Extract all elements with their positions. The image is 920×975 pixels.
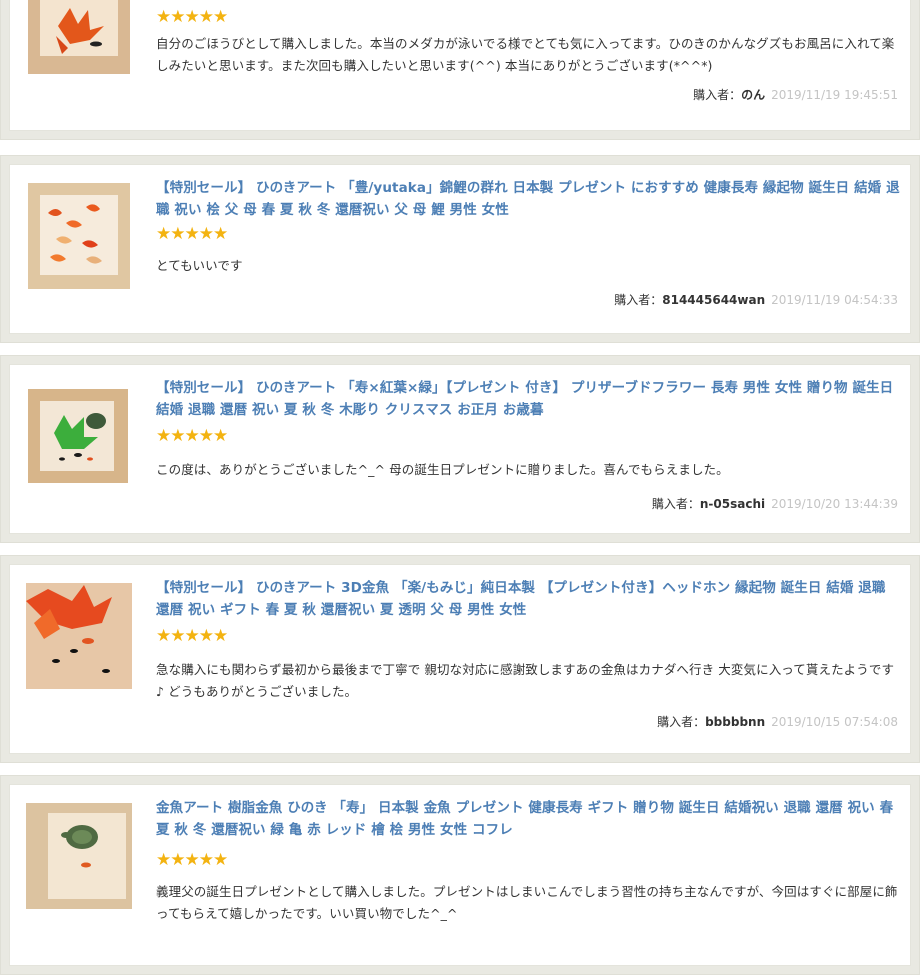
product-title-link[interactable]: 【特別セール】 ひのきアート 「豊/yutaka」錦鯉の群れ 日本製 プレゼント…	[156, 177, 902, 221]
product-title-link[interactable]: 【特別セール】 ひのきアート 3D金魚 「楽/もみじ」純日本製 【プレゼント付き…	[156, 577, 902, 621]
review-meta: 購入者：のん 2019/11/19 19:45:51	[693, 86, 898, 104]
buyer-label: 購入者：	[657, 715, 706, 729]
rating-stars: ★★★★★	[156, 426, 228, 446]
product-title-link[interactable]: 金魚アート 樹脂金魚 ひのき 「寿」 日本製 金魚 プレゼント 健康長寿 ギフト…	[156, 797, 902, 841]
review-meta: 購入者：814445644wan 2019/11/19 04:54:33	[614, 291, 898, 309]
review-timestamp: 2019/11/19 04:54:33	[771, 293, 898, 307]
review-card-body: 【特別セール】 ひのきアート 「豊/yutaka」錦鯉の群れ 日本製 プレゼント…	[9, 164, 911, 334]
product-title-link[interactable]: 【特別セール】 ひのきアート 「寿×紅葉×緑」【プレゼント 付き】 プリザーブド…	[156, 377, 902, 421]
rating-stars: ★★★★★	[156, 850, 228, 870]
product-image	[26, 383, 132, 489]
review-comment: 急な購入にも関わらず最初から最後まで丁寧で 親切な対応に感謝致しますあの金魚はカ…	[156, 662, 895, 699]
buyer-name: 814445644wan	[662, 293, 766, 307]
review-timestamp: 2019/10/20 13:44:39	[771, 497, 898, 511]
buyer-name: のん	[741, 88, 766, 102]
review-card-body: 金魚アート 樹脂金魚 ひのき 「寿」 日本製 金魚 プレゼント 健康長寿 ギフト…	[9, 784, 911, 966]
rating-stars: ★★★★★	[156, 224, 228, 244]
buyer-name: n-05sachi	[699, 497, 766, 511]
product-image	[26, 803, 132, 909]
review-card-body: 【特別セール】 ひのきアート 3D金魚 「楽/もみじ」純日本製 【プレゼント付き…	[9, 564, 911, 754]
buyer-label: 購入者：	[614, 293, 663, 307]
review-comment: この度は、ありがとうございました^_^ 母の誕生日プレゼントに贈りました。喜んで…	[156, 462, 729, 477]
review-comment: 義理父の誕生日プレゼントとして購入しました。プレゼントはしまいこんでしまう習性の…	[156, 884, 898, 921]
product-image	[26, 0, 132, 102]
buyer-name: bbbbbnn	[705, 715, 766, 729]
buyer-label: 購入者：	[651, 497, 700, 511]
review-comment: 自分のごほうびとして購入しました。本当のメダカが泳いでる様でとても気に入ってます…	[156, 36, 895, 73]
rating-stars: ★★★★★	[156, 626, 228, 646]
review-card: 【特別セール】 ひのきアート 「寿×紅葉×緑」【プレゼント 付き】 プリザーブド…	[0, 355, 920, 543]
review-timestamp: 2019/11/19 19:45:51	[771, 88, 898, 102]
product-image	[26, 183, 132, 289]
review-card: 金魚アート 樹脂金魚 ひのき 「寿」 日本製 金魚 プレゼント 健康長寿 ギフト…	[0, 775, 920, 975]
review-card-body: 【特別セール】 ひのきアート 「寿×紅葉×緑」【プレゼント 付き】 プリザーブド…	[9, 364, 911, 534]
review-card: 【特別セール】 ひのきアート 3D金魚 「楽/もみじ」純日本製 【プレゼント付き…	[0, 555, 920, 763]
buyer-label: 購入者：	[693, 88, 742, 102]
review-card: 【特別セール】 ひのきアート 「豊/yutaka」錦鯉の群れ 日本製 プレゼント…	[0, 155, 920, 343]
review-comment: とてもいいです	[156, 258, 243, 273]
rating-stars: ★★★★★	[156, 7, 228, 27]
review-meta: 購入者：bbbbbnn 2019/10/15 07:54:08	[657, 713, 898, 731]
review-card-body: ★★★★★ 自分のごほうびとして購入しました。本当のメダカが泳いでる様でとても気…	[9, 0, 911, 131]
review-card: ★★★★★ 自分のごほうびとして購入しました。本当のメダカが泳いでる様でとても気…	[0, 0, 920, 140]
review-meta: 購入者：n-05sachi 2019/10/20 13:44:39	[652, 495, 898, 513]
review-timestamp: 2019/10/15 07:54:08	[771, 715, 898, 729]
product-image	[26, 583, 132, 689]
